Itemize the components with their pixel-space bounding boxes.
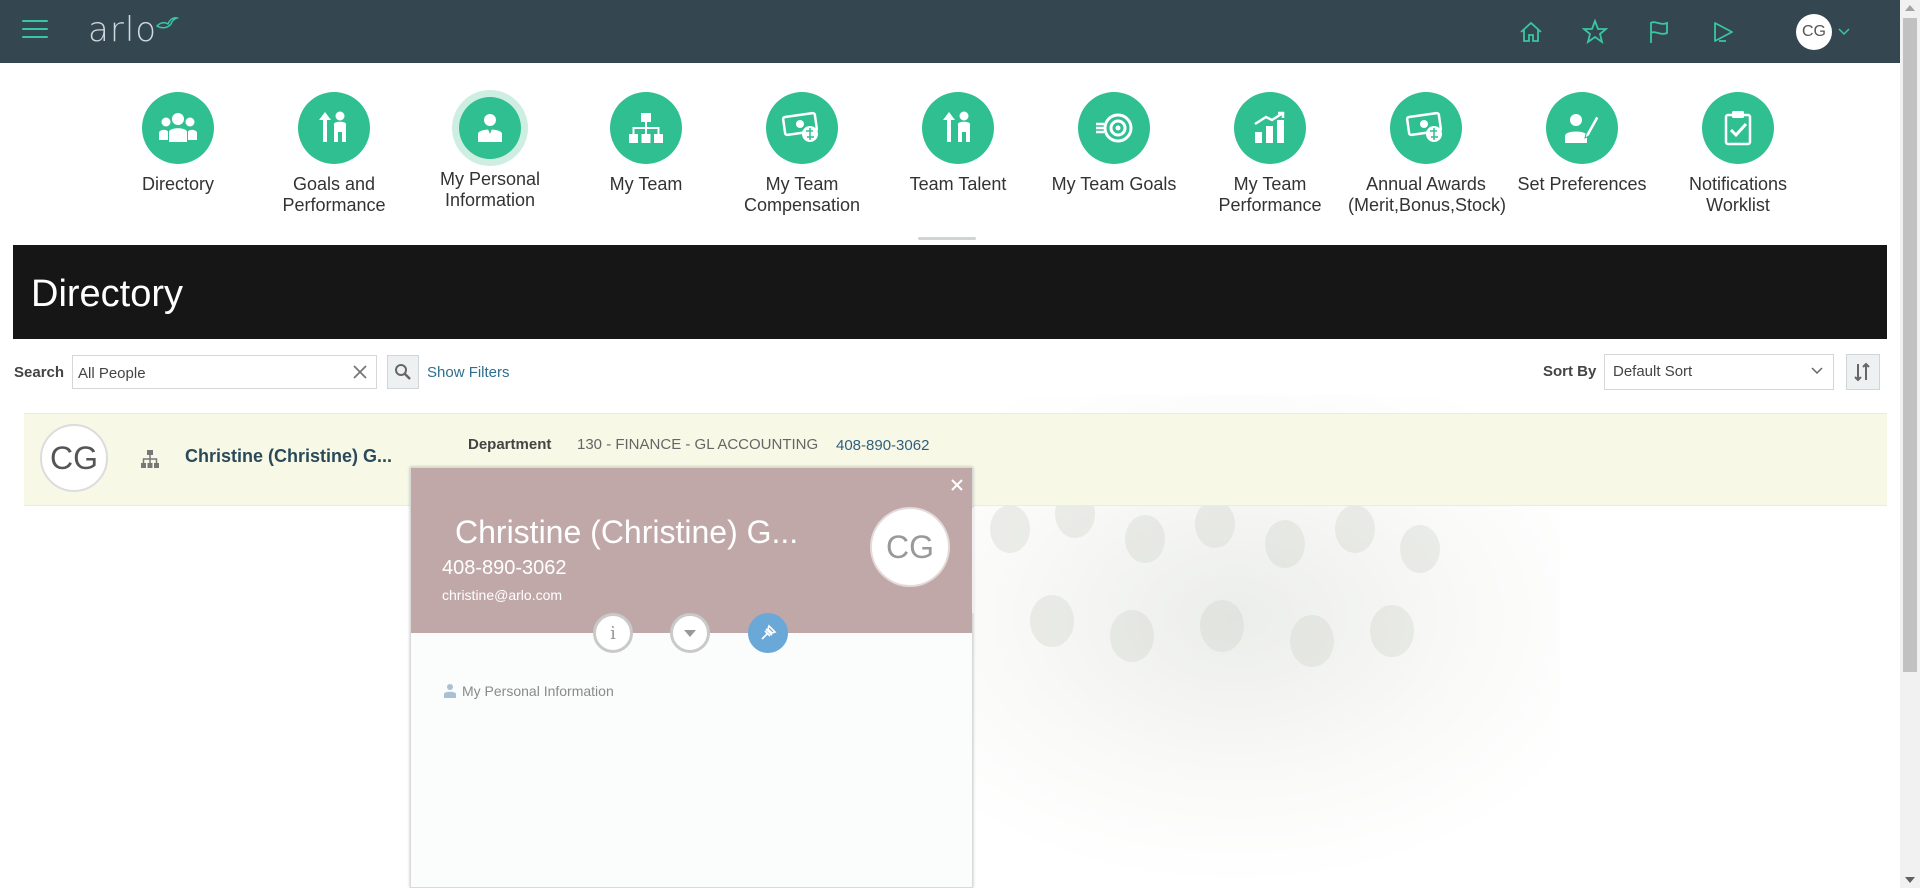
- department-label: Department: [468, 436, 552, 453]
- search-label: Search: [14, 364, 65, 381]
- sort-order-button[interactable]: [1846, 354, 1880, 390]
- logo[interactable]: arlo: [88, 10, 180, 50]
- star-icon[interactable]: [1578, 15, 1612, 49]
- app-tiles: Directory Goals and Performance My Perso…: [100, 92, 1800, 232]
- info-button[interactable]: i: [593, 613, 633, 653]
- pin-icon: [761, 624, 777, 640]
- chevron-down-icon: [1811, 367, 1823, 375]
- page-scrollbar[interactable]: [1900, 0, 1920, 888]
- tile-my-team-compensation[interactable]: My Team Compensation: [724, 92, 880, 216]
- sort-select[interactable]: Default Sort: [1604, 354, 1834, 390]
- sort-by-label: Sort By: [1543, 363, 1597, 380]
- info-icon: i: [610, 623, 616, 644]
- show-filters-link[interactable]: Show Filters: [427, 364, 510, 381]
- tile-label: My Team Performance: [1218, 174, 1322, 215]
- home-icon[interactable]: [1514, 15, 1548, 49]
- tile-label: Directory: [141, 174, 214, 194]
- org-chart-icon: [610, 92, 682, 164]
- close-icon[interactable]: [950, 478, 964, 492]
- search-button[interactable]: [387, 355, 419, 389]
- top-icons: CG: [1514, 0, 1850, 63]
- svg-text:i: i: [610, 623, 616, 644]
- person-name-link[interactable]: Christine (Christine) G...: [185, 446, 392, 467]
- tile-label: Team Talent: [909, 174, 1007, 194]
- tile-label: My Team: [609, 174, 683, 194]
- clear-search-icon[interactable]: [351, 363, 369, 381]
- people-icon: [142, 92, 214, 164]
- tile-label: My Team Goals: [1051, 174, 1177, 194]
- scroll-down-arrow[interactable]: [1905, 877, 1915, 883]
- menu-icon[interactable]: [22, 20, 48, 42]
- bell-icon[interactable]: [1706, 15, 1740, 49]
- money-icon: [766, 92, 838, 164]
- user-avatar[interactable]: CG: [1796, 13, 1832, 50]
- popup-email[interactable]: christine@arlo.com: [442, 587, 562, 603]
- tile-label: Goals and Performance: [282, 174, 386, 215]
- page-title: Directory: [31, 273, 184, 315]
- org-chart-icon[interactable]: [140, 449, 160, 469]
- person-popup-card: Christine (Christine) G... 408-890-3062 …: [410, 467, 974, 888]
- phone-link[interactable]: 408-890-3062: [836, 437, 929, 454]
- tile-label: Notifications Worklist: [1688, 174, 1788, 215]
- target-icon: [1078, 92, 1150, 164]
- tiles-scroll-indicator[interactable]: [918, 237, 976, 240]
- more-actions-button[interactable]: [670, 613, 710, 653]
- talent-icon: [922, 92, 994, 164]
- clipboard-icon: [1702, 92, 1774, 164]
- tile-my-team-goals[interactable]: My Team Goals: [1036, 92, 1192, 195]
- search-icon: [395, 364, 411, 380]
- tile-label: Set Preferences: [1517, 174, 1647, 194]
- avatar: CG: [870, 507, 950, 587]
- tile-team-talent[interactable]: Team Talent: [880, 92, 1036, 195]
- preferences-icon: [1546, 92, 1618, 164]
- search-input[interactable]: [73, 356, 350, 390]
- bar-chart-icon: [1234, 92, 1306, 164]
- popup-header: Christine (Christine) G... 408-890-3062 …: [411, 468, 974, 633]
- person-icon: [444, 684, 456, 698]
- department-value: 130 - FINANCE - GL ACCOUNTING: [577, 436, 819, 453]
- search-box: [72, 355, 377, 390]
- awards-icon: [1390, 92, 1462, 164]
- tile-my-team-performance[interactable]: My Team Performance: [1192, 92, 1348, 216]
- popup-scrollbar[interactable]: [972, 508, 974, 613]
- sort-value: Default Sort: [1613, 363, 1693, 380]
- goals-icon: [298, 92, 370, 164]
- tile-label: Annual Awards (Merit,Bonus,Stock): [1348, 174, 1507, 215]
- tile-notifications-worklist[interactable]: Notifications Worklist: [1660, 92, 1816, 216]
- tile-my-personal-information[interactable]: My Personal Information: [412, 92, 568, 211]
- tile-my-team[interactable]: My Team: [568, 92, 724, 195]
- tile-annual-awards[interactable]: Annual Awards (Merit,Bonus,Stock): [1348, 92, 1507, 216]
- popup-person-name: Christine (Christine) G...: [455, 514, 799, 550]
- tile-label: My Team Compensation: [743, 174, 861, 215]
- tile-label: My Personal Information: [439, 169, 541, 210]
- tile-directory[interactable]: Directory: [100, 92, 256, 195]
- logo-text: arlo: [88, 10, 158, 50]
- pin-button[interactable]: [748, 613, 788, 653]
- link-label: My Personal Information: [462, 683, 614, 699]
- my-personal-information-link[interactable]: My Personal Information: [443, 683, 614, 699]
- avatar[interactable]: CG: [40, 424, 108, 492]
- top-bar: arlo CG: [0, 0, 1900, 63]
- sort-order-icon: [1854, 362, 1870, 382]
- scroll-thumb[interactable]: [1903, 18, 1917, 672]
- directory-header: Directory: [13, 245, 1887, 339]
- person-icon: [459, 97, 521, 159]
- chevron-down-icon[interactable]: [1838, 27, 1850, 36]
- scroll-up-arrow[interactable]: [1905, 5, 1915, 11]
- tile-goals-and-performance[interactable]: Goals and Performance: [256, 92, 412, 216]
- caret-down-icon: [684, 630, 696, 637]
- flag-icon[interactable]: [1642, 15, 1676, 49]
- popup-phone[interactable]: 408-890-3062: [442, 557, 567, 580]
- tile-set-preferences[interactable]: Set Preferences: [1504, 92, 1660, 195]
- bird-icon: [155, 17, 180, 29]
